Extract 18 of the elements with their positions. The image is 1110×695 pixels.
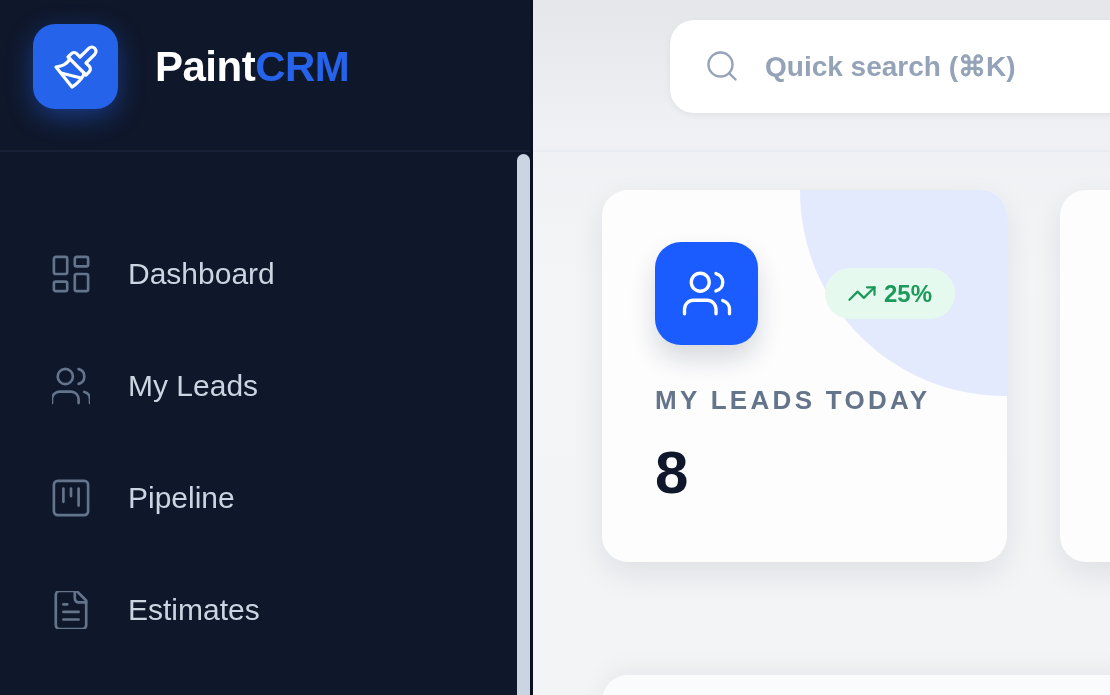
- stat-value: 8: [655, 443, 690, 503]
- nav-item[interactable]: Estimates: [33, 580, 493, 640]
- trend-up-icon: [847, 286, 876, 301]
- search-icon: [707, 51, 737, 81]
- document-icon: [52, 591, 90, 629]
- paintbrush-icon: [33, 24, 118, 109]
- users-icon: [52, 367, 90, 405]
- brand-name: PaintCRM: [155, 44, 350, 90]
- stat-label: MY LEADS TODAY: [655, 385, 932, 416]
- nav-item[interactable]: My Leads: [33, 356, 493, 416]
- kanban-icon: [52, 479, 90, 517]
- scrollbar[interactable]: [517, 154, 530, 695]
- search-field[interactable]: Quick search (⌘K): [670, 20, 1110, 113]
- layout-grid-icon: [52, 255, 90, 293]
- nav-item[interactable]: Dashboard: [33, 244, 493, 304]
- change-percent: 25%: [883, 279, 932, 308]
- nav-item[interactable]: Pipeline: [33, 468, 493, 528]
- users-icon: [655, 242, 758, 345]
